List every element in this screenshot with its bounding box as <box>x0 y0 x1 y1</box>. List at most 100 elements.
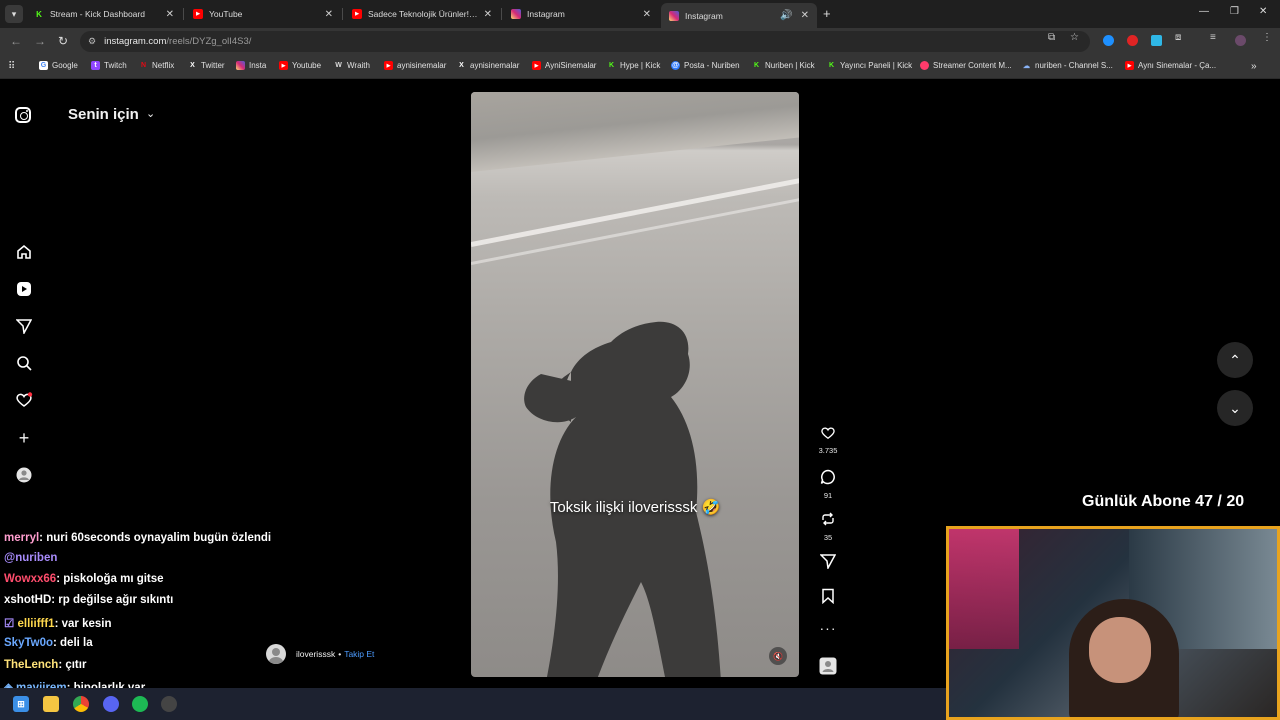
bookmark-netflix[interactable]: N Netflix <box>139 61 174 70</box>
menu-icon[interactable]: ⋮ <box>1262 32 1272 43</box>
kick-icon: K <box>828 62 835 69</box>
wraith-icon: W <box>335 62 342 69</box>
close-icon[interactable]: ✕ <box>643 9 651 20</box>
extension-icon[interactable] <box>1103 35 1114 46</box>
bookmark-channel[interactable]: ☁ nuriben - Channel S... <box>1022 61 1113 70</box>
apps-grid-icon[interactable]: ⠿ <box>8 61 15 72</box>
repost-button[interactable]: 35 <box>818 511 838 542</box>
bookmark-streamer-content[interactable]: Streamer Content M... <box>920 61 1012 70</box>
reel-author: iloverisssk • Takip Et <box>266 644 374 664</box>
comment-button[interactable]: 91 <box>818 469 838 500</box>
bookmark-google[interactable]: G Google <box>39 61 78 70</box>
restore-button[interactable]: ❐ <box>1230 6 1239 17</box>
notifications-heart-icon[interactable] <box>14 390 34 410</box>
like-button[interactable]: 3.735 <box>818 426 838 455</box>
bookmark-icon <box>822 588 834 605</box>
spotify-icon[interactable] <box>132 696 148 712</box>
save-button[interactable] <box>818 588 838 609</box>
google-icon: G <box>39 61 48 70</box>
instagram-logo-icon[interactable] <box>15 107 31 123</box>
bookmark-hype-kick[interactable]: K Hype | Kick <box>607 61 660 70</box>
install-app-icon[interactable]: ⧉ <box>1048 32 1055 43</box>
bookmark-aynisinemalar[interactable]: ▶ AyniSinemalar <box>532 61 596 70</box>
webcam-overlay <box>946 526 1280 720</box>
new-tab-button[interactable]: + <box>823 6 831 21</box>
tab-search-icon[interactable]: ▾ <box>5 5 23 23</box>
file-explorer-icon[interactable] <box>43 696 59 712</box>
bookmark-ayni-sinemalar[interactable]: ▶ Aynı Sinemalar - Ça... <box>1125 61 1216 70</box>
badge-icon: ☑ <box>4 618 18 630</box>
bookmark-twitch[interactable]: t Twitch <box>91 61 127 70</box>
reload-button[interactable]: ↻ <box>58 34 68 48</box>
bookmark-yayinci-paneli[interactable]: K Yayıncı Paneli | Kick <box>827 61 912 70</box>
chat-message: SkyTw0o: deli la <box>4 637 93 649</box>
more-bookmarks-icon[interactable]: » <box>1251 61 1257 72</box>
instagram-icon <box>236 61 245 70</box>
audio-avatar[interactable] <box>818 657 838 680</box>
bookmark-youtube[interactable]: ▶ Youtube <box>279 61 321 70</box>
reel-caption: Toksik ilişki iloverisssk 🤣 <box>549 499 721 516</box>
repost-icon <box>822 512 834 526</box>
follow-button[interactable]: Takip Et <box>344 649 374 659</box>
instagram-icon <box>511 9 521 19</box>
home-icon[interactable] <box>14 242 34 262</box>
bookmark-wraith[interactable]: W Wraith <box>334 61 370 70</box>
reels-icon[interactable] <box>14 279 34 299</box>
profile-avatar[interactable] <box>1235 35 1246 46</box>
address-bar[interactable]: ⚙ instagram.com/reels/DYZg_olI4S3/ <box>80 31 1090 52</box>
bookmark-posta[interactable]: @ Posta - Nuriben <box>671 61 740 70</box>
profile-avatar-icon[interactable] <box>14 465 34 485</box>
bookmark-twitter[interactable]: X Twitter <box>188 61 224 70</box>
minimize-button[interactable]: — <box>1199 6 1209 17</box>
speaker-icon[interactable]: 🔊 <box>780 10 792 21</box>
bookmark-insta[interactable]: Insta <box>236 61 266 70</box>
tab-instagram-active[interactable]: Instagram 🔊 ✕ <box>661 3 817 28</box>
site-info-icon[interactable]: ⚙ <box>88 36 96 47</box>
bookmark-aynisinemalar-x[interactable]: Xaynisinemalar <box>457 61 519 70</box>
youtube-icon: ▶ <box>279 61 288 70</box>
mail-icon: @ <box>671 61 680 70</box>
close-icon[interactable]: ✕ <box>325 9 333 20</box>
create-plus-icon[interactable]: + <box>14 428 34 448</box>
shield-icon[interactable] <box>1151 35 1162 46</box>
messages-icon[interactable] <box>14 316 34 336</box>
more-options-icon[interactable]: ··· <box>818 620 838 636</box>
tab-youtube-video[interactable]: ▶ Sadece Teknolojik Ürünler! Top ✕ <box>344 3 500 25</box>
close-icon[interactable]: ✕ <box>166 9 174 20</box>
chat-message: @nuriben <box>4 552 58 564</box>
chrome-icon[interactable] <box>73 696 89 712</box>
back-button[interactable]: ← <box>10 34 22 48</box>
windows-start-icon[interactable]: ⊞ <box>13 696 29 712</box>
next-reel-button[interactable]: ⌄ <box>1217 390 1253 426</box>
x-icon: X <box>190 62 195 69</box>
media-control-icon[interactable]: ≡ <box>1210 32 1216 43</box>
extension-icon[interactable] <box>1127 35 1138 46</box>
forward-button[interactable]: → <box>34 34 46 48</box>
close-icon[interactable]: ✕ <box>484 9 492 20</box>
tab-kick-dashboard[interactable]: K Stream - Kick Dashboard ✕ <box>26 3 182 25</box>
obs-icon[interactable] <box>161 696 177 712</box>
comment-icon <box>820 469 835 485</box>
close-window-button[interactable]: ✕ <box>1259 6 1267 17</box>
extensions-puzzle-icon[interactable]: ⧈ <box>1175 32 1181 43</box>
feed-title[interactable]: Senin için <box>68 106 139 123</box>
close-icon[interactable]: ✕ <box>801 10 809 21</box>
bookmark-nuriben-kick[interactable]: K Nuriben | Kick <box>752 61 815 70</box>
author-avatar[interactable] <box>266 644 286 664</box>
bookmark-star-icon[interactable]: ☆ <box>1070 32 1079 43</box>
previous-reel-button[interactable]: ⌃ <box>1217 342 1253 378</box>
tab-instagram[interactable]: Instagram ✕ <box>503 3 659 25</box>
chevron-down-icon[interactable]: ⌄ <box>146 107 155 120</box>
reel-video[interactable]: Toksik ilişki iloverisssk 🤣 🔇 <box>471 92 799 677</box>
instagram-icon <box>669 10 679 21</box>
twitch-icon: t <box>91 61 100 70</box>
share-button[interactable] <box>818 553 838 574</box>
discord-icon[interactable] <box>103 696 119 712</box>
url-path: /reels/DYZg_olI4S3/ <box>166 36 252 47</box>
mute-icon[interactable]: 🔇 <box>769 647 787 665</box>
bookmark-aynisinemalar-yt[interactable]: ▶ aynisinemalar <box>384 61 446 70</box>
youtube-icon: ▶ <box>1125 61 1134 70</box>
tab-youtube[interactable]: ▶ YouTube ✕ <box>185 3 341 25</box>
author-name[interactable]: iloverisssk <box>296 649 335 659</box>
search-icon[interactable] <box>14 353 34 373</box>
